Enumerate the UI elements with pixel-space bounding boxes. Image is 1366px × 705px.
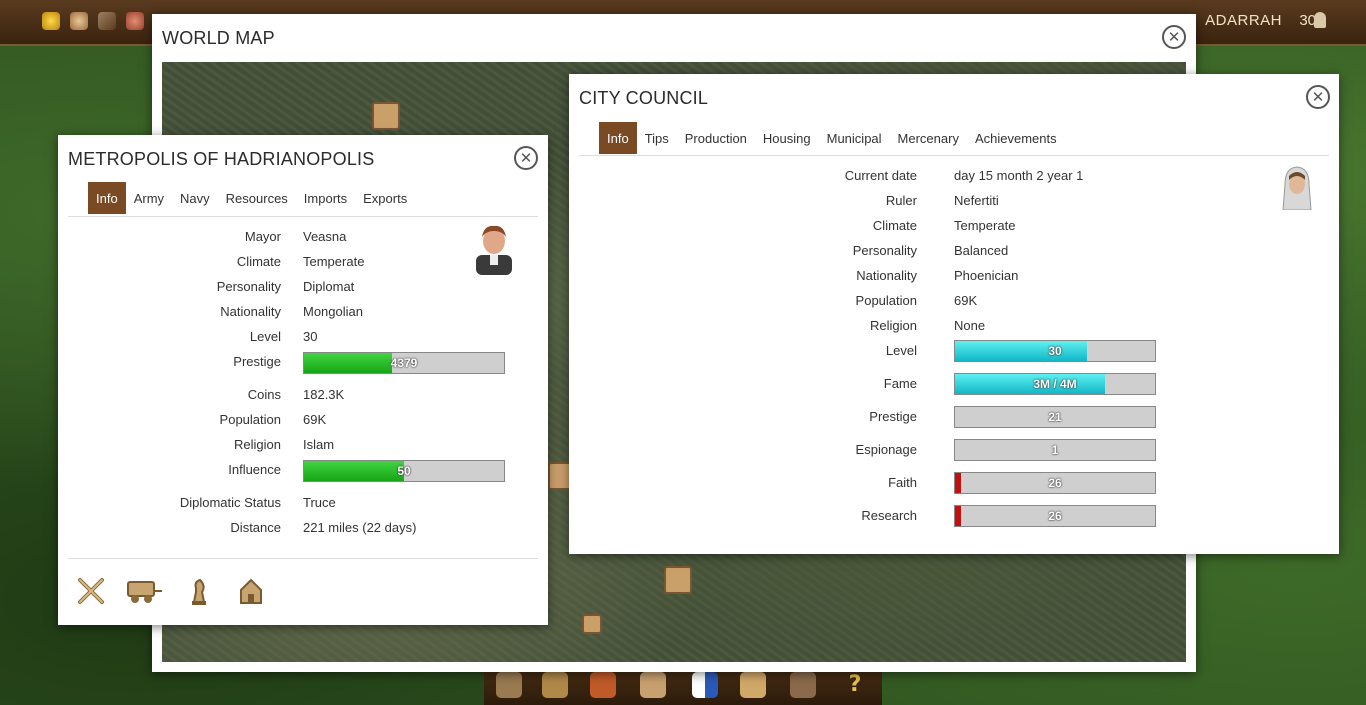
map-city-marker[interactable]: [582, 614, 602, 634]
fire-icon[interactable]: [590, 672, 616, 698]
religion-label: Religion: [870, 318, 917, 333]
metropolis-window: METROPOLIS OF HADRIANOPOLIS ✕ Info Army …: [58, 135, 548, 625]
nationality-value: Mongolian: [303, 304, 363, 319]
prestige-bar: 4379: [303, 352, 505, 374]
map-scroll-icon[interactable]: [740, 672, 766, 698]
fame-label: Fame: [883, 376, 917, 391]
fame-bar-value: 3M / 4M: [1033, 377, 1077, 391]
nationality-label: Nationality: [220, 304, 281, 319]
influence-bar: 50: [303, 460, 505, 482]
current-date-value: day 15 month 2 year 1: [954, 168, 1084, 183]
spy-chess-icon[interactable]: [184, 576, 214, 606]
faith-bar-value: 26: [1048, 476, 1062, 490]
actions-divider: [68, 558, 538, 559]
personality-label: Personality: [216, 279, 281, 294]
faith-label: Faith: [888, 475, 917, 490]
climate-value: Temperate: [303, 254, 365, 269]
council-info: Current date day 15 month 2 year 1 Ruler…: [569, 74, 1339, 544]
espionage-bar-value: 1: [1051, 443, 1059, 457]
influence-label: Influence: [228, 462, 281, 477]
player-name: ADARRAH: [1205, 12, 1282, 29]
wood-resource-icon[interactable]: [98, 12, 116, 30]
world-map-title: WORLD MAP: [162, 28, 275, 48]
coins-label: Coins: [247, 387, 281, 402]
population-value: 69K: [954, 293, 978, 308]
ruler-label: Ruler: [885, 193, 917, 208]
climate-value: Temperate: [954, 218, 1016, 233]
player-avatar-icon[interactable]: [1314, 12, 1326, 28]
population-label: Population: [219, 412, 281, 427]
nationality-label: Nationality: [856, 268, 917, 283]
mayor-value: Veasna: [303, 229, 347, 244]
level-bar-value: 30: [1048, 344, 1062, 358]
climate-label: Climate: [872, 218, 917, 233]
personality-label: Personality: [852, 243, 917, 258]
espionage-bar: 1: [954, 439, 1156, 461]
prestige-label: Prestige: [869, 409, 917, 424]
religion-value: None: [954, 318, 986, 333]
advisor-icon[interactable]: [640, 672, 666, 698]
espionage-label: Espionage: [855, 442, 917, 457]
food-resource-icon[interactable]: [70, 12, 88, 30]
fame-bar: 3M / 4M: [954, 373, 1156, 395]
climate-label: Climate: [236, 254, 281, 269]
distance-label: Distance: [230, 520, 281, 535]
gold-resource-icon[interactable]: [42, 12, 60, 30]
nationality-value: Phoenician: [954, 268, 1019, 283]
siege-icon[interactable]: [790, 672, 816, 698]
level-label: Level: [885, 343, 917, 358]
map-city-marker[interactable]: [372, 102, 400, 130]
influence-bar-value: 50: [397, 464, 411, 478]
current-date-label: Current date: [844, 168, 917, 183]
coins-value: 182.3K: [303, 387, 345, 402]
prestige-bar-value: 21: [1048, 410, 1062, 424]
prestige-label: Prestige: [233, 354, 281, 369]
help-icon[interactable]: ?: [842, 672, 868, 698]
religion-label: Religion: [234, 437, 281, 452]
mayor-label: Mayor: [244, 229, 281, 244]
level-value: 30: [303, 329, 318, 344]
diplomatic-status-value: Truce: [303, 495, 336, 510]
caravan-wagon-icon[interactable]: [126, 576, 164, 606]
stone-resource-icon[interactable]: [126, 12, 144, 30]
storage-icon[interactable]: [542, 672, 568, 698]
embassy-house-icon[interactable]: [236, 576, 266, 606]
shield-icon[interactable]: [692, 672, 718, 698]
metropolis-info: Mayor Veasna Climate Temperate Personali…: [58, 135, 548, 555]
attack-swords-icon[interactable]: [76, 576, 106, 606]
buildings-icon[interactable]: [496, 672, 522, 698]
distance-value: 221 miles (22 days): [303, 520, 417, 535]
prestige-bar-value: 4379: [390, 356, 418, 370]
prestige-bar: 21: [954, 406, 1156, 428]
world-map-close-button[interactable]: ✕: [1162, 25, 1186, 49]
research-label: Research: [861, 508, 917, 523]
religion-value: Islam: [303, 437, 335, 452]
level-bar: 30: [954, 340, 1156, 362]
personality-value: Diplomat: [303, 279, 355, 294]
research-bar: 26: [954, 505, 1156, 527]
city-council-window: CITY COUNCIL ✕ Info Tips Production Hous…: [569, 74, 1339, 554]
personality-value: Balanced: [954, 243, 1009, 258]
faith-bar: 26: [954, 472, 1156, 494]
level-label: Level: [249, 329, 281, 344]
ruler-value: Nefertiti: [954, 193, 999, 208]
population-value: 69K: [303, 412, 327, 427]
close-icon: ✕: [1167, 27, 1181, 46]
map-city-marker[interactable]: [664, 566, 692, 594]
diplomatic-status-label: Diplomatic Status: [179, 495, 281, 510]
population-label: Population: [855, 293, 917, 308]
research-bar-value: 26: [1048, 509, 1062, 523]
